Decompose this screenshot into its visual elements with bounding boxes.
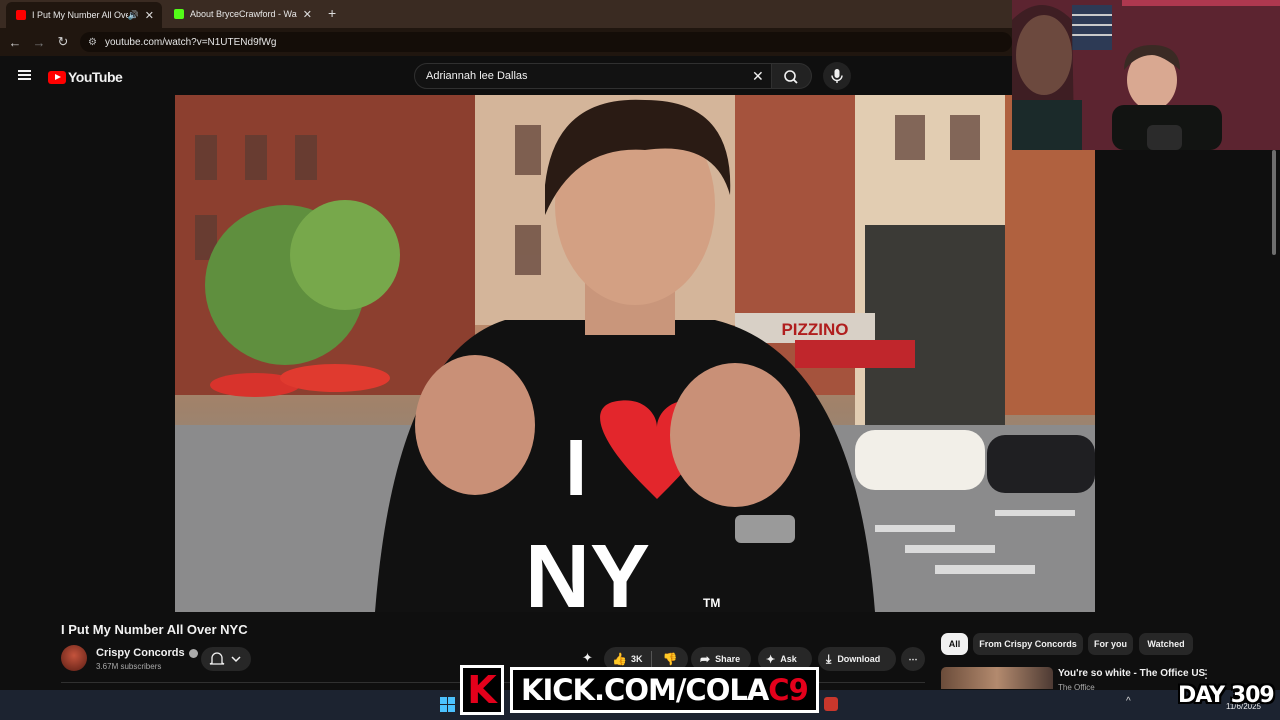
- search-icon: [784, 70, 798, 84]
- channel-name[interactable]: Crispy Concords: [96, 647, 198, 659]
- chip-from-channel[interactable]: From Crispy Concords: [973, 633, 1083, 655]
- video-frame: PIZZINO I NY TM: [175, 95, 1095, 612]
- pizzino-sign-text: PIZZINO: [781, 320, 848, 339]
- tab-youtube[interactable]: I Put My Number All Over N 🔊 ✕: [6, 2, 162, 28]
- youtube-play-icon: [48, 70, 66, 84]
- channel-name-text: Crispy Concords: [96, 647, 185, 659]
- system-tray-chevron-icon[interactable]: ^: [1126, 696, 1131, 707]
- subscriber-count: 3.67M subscribers: [96, 662, 162, 671]
- share-label: Share: [715, 654, 741, 664]
- umbrella-right: [280, 364, 390, 392]
- forward-arrow-icon[interactable]: →: [27, 35, 51, 50]
- search-query-text: Adriannah lee Dallas: [426, 70, 528, 82]
- youtube-favicon-icon: [16, 10, 26, 20]
- bell-icon: [209, 652, 225, 665]
- browser-tab-bar: I Put My Number All Over N 🔊 ✕ About Bry…: [0, 0, 1012, 28]
- channel-avatar[interactable]: [61, 645, 87, 671]
- notification-bell-button[interactable]: [201, 647, 251, 671]
- white-car: [855, 430, 985, 490]
- red-awning: [795, 340, 915, 368]
- kick-url-banner: KICK.COM/COLA C9: [510, 667, 819, 713]
- microphone-icon: [831, 69, 843, 83]
- like-count[interactable]: 3K: [631, 654, 643, 664]
- download-button[interactable]: ⤓ Download: [818, 647, 896, 671]
- youtube-logo[interactable]: YouTube: [48, 69, 123, 85]
- address-bar[interactable]: ⚙ youtube.com/watch?v=N1UTENd9fWg: [80, 32, 1012, 52]
- webcam-overlay: [1012, 0, 1280, 150]
- clear-search-icon[interactable]: ✕: [752, 68, 764, 85]
- back-arrow-icon[interactable]: ←: [3, 35, 27, 50]
- close-tab-icon[interactable]: ✕: [303, 8, 312, 21]
- black-car: [987, 435, 1095, 493]
- speaker-icon[interactable]: 🔊: [128, 10, 139, 21]
- youtube-wordmark: YouTube: [68, 69, 123, 85]
- more-actions-button[interactable]: ⋯: [901, 647, 925, 671]
- led-light-strip: [1122, 0, 1280, 6]
- shirt-trademark: TM: [703, 596, 720, 610]
- video-player[interactable]: PIZZINO I NY TM: [175, 95, 1095, 612]
- reload-icon[interactable]: ↻: [51, 34, 75, 50]
- day-counter: DAY 309: [1178, 683, 1275, 708]
- recommendation-thumbnail[interactable]: [941, 667, 1053, 689]
- microphone: [1147, 125, 1182, 150]
- more-icon: ⋯: [908, 653, 918, 664]
- shirt-letter-i: I: [565, 423, 587, 512]
- chip-for-you[interactable]: For you: [1088, 633, 1133, 655]
- new-tab-icon[interactable]: +: [328, 5, 336, 21]
- search-input[interactable]: Adriannah lee Dallas: [414, 63, 772, 89]
- kick-url-overlay: K KICK.COM/COLA C9: [460, 664, 819, 716]
- menu-icon[interactable]: [18, 70, 31, 80]
- voice-search-button[interactable]: [823, 62, 851, 90]
- download-icon: ⤓: [826, 651, 832, 666]
- recommendation-menu-icon[interactable]: ⋮: [1200, 667, 1212, 681]
- flag-poster: [1072, 5, 1112, 50]
- close-tab-icon[interactable]: ✕: [145, 9, 154, 22]
- kick-logo-letter: K: [467, 668, 497, 712]
- video-title: I Put My Number All Over NYC: [61, 622, 248, 637]
- kick-logo-icon: K: [460, 665, 504, 715]
- chevron-down-icon: [231, 656, 241, 663]
- verified-icon: [188, 648, 198, 658]
- taskbar-app-icon[interactable]: [824, 697, 838, 711]
- windows-start-icon[interactable]: [440, 697, 456, 713]
- tab-kick[interactable]: About BryceCrawford - Watch ✕: [164, 4, 320, 24]
- kick-favicon-icon: [174, 9, 184, 19]
- right-hand: [670, 363, 800, 507]
- scrollbar[interactable]: [1272, 150, 1276, 255]
- browser-toolbar: ← → ↻ ⚙ youtube.com/watch?v=N1UTENd9fWg: [0, 28, 1012, 56]
- shirt-letters-ny: NY: [525, 527, 650, 612]
- left-hand: [415, 355, 535, 495]
- wristwatch: [735, 515, 795, 543]
- webcam-feed: [1012, 0, 1280, 150]
- chip-all[interactable]: All: [941, 633, 968, 655]
- url-text: youtube.com/watch?v=N1UTENd9fWg: [104, 36, 277, 48]
- ask-label: Ask: [780, 654, 797, 664]
- tab-title: I Put My Number All Over N: [32, 10, 128, 20]
- storefront: [865, 225, 1005, 425]
- search-button[interactable]: [772, 63, 812, 89]
- woman-shirt: [1012, 100, 1082, 150]
- kick-url-accent: C9: [768, 673, 808, 707]
- kick-url-text: KICK.COM/COLA: [521, 673, 769, 707]
- download-label: Download: [837, 654, 881, 664]
- chip-watched[interactable]: Watched: [1139, 633, 1193, 655]
- recommendation-title[interactable]: You're so white - The Office US: [1058, 668, 1205, 679]
- site-settings-icon[interactable]: ⚙: [88, 37, 97, 48]
- tab-title: About BryceCrawford - Watch: [190, 9, 297, 19]
